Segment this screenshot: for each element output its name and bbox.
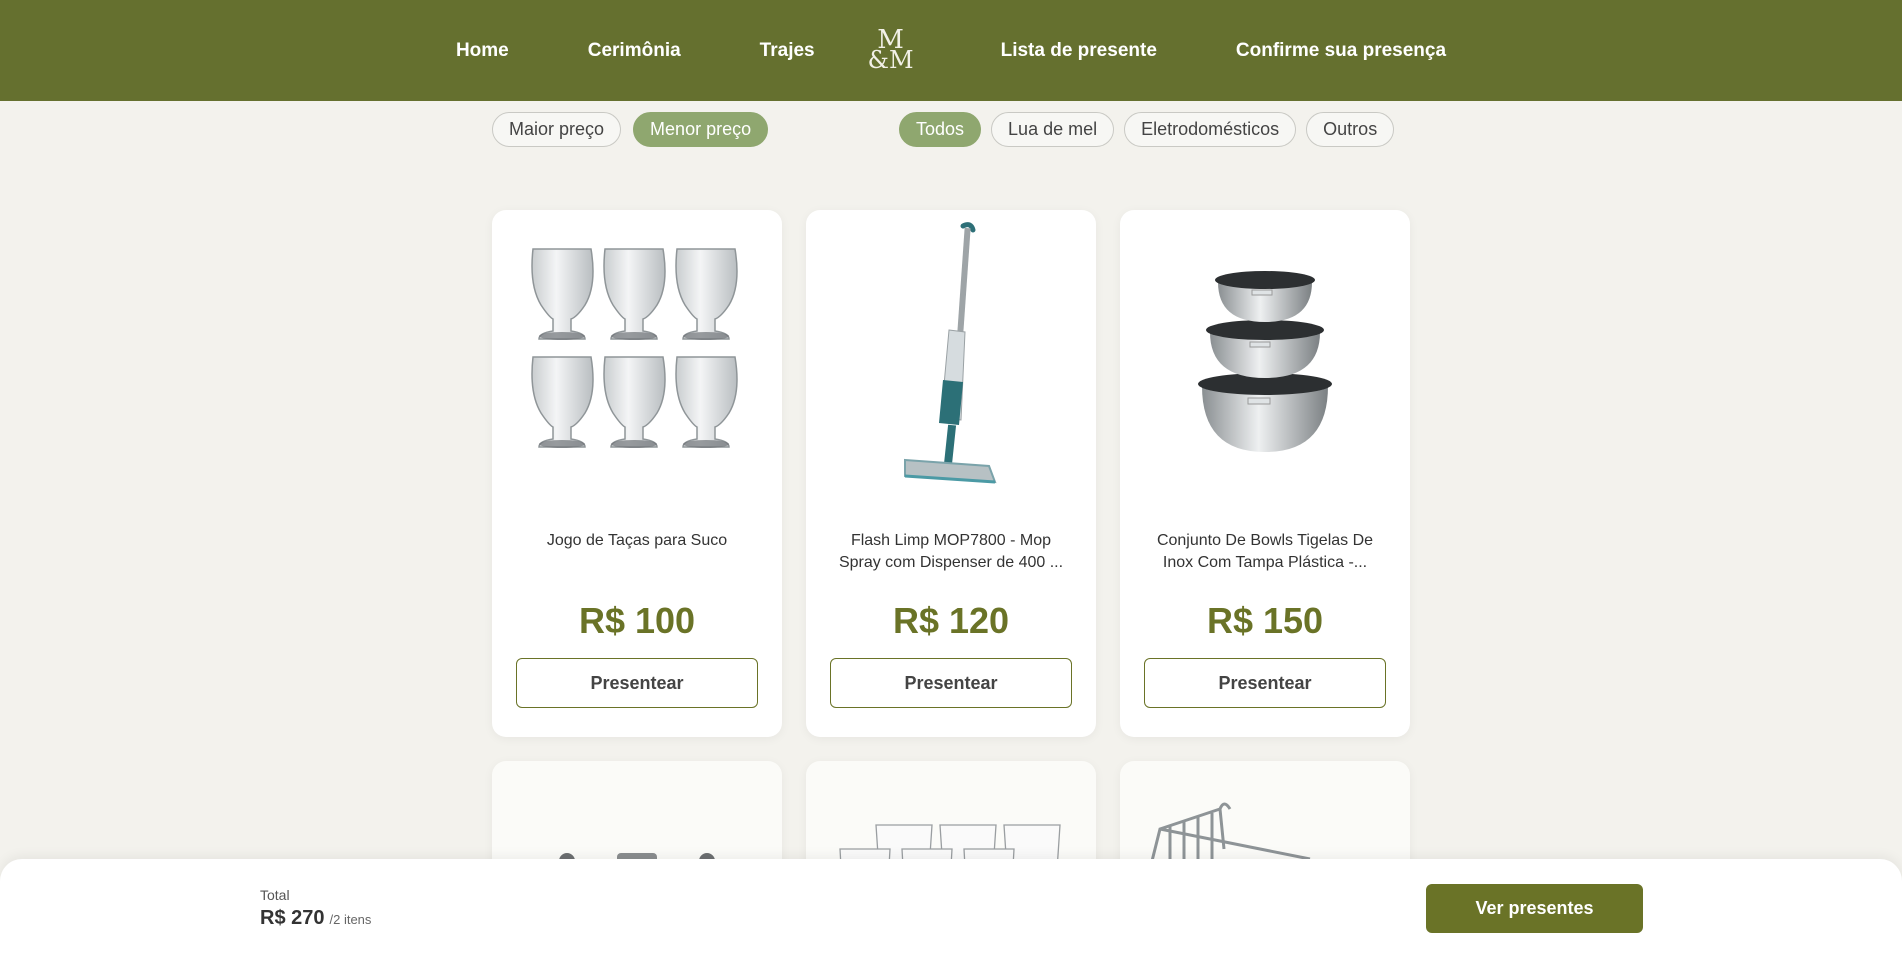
product-card: Conjunto De Bowls Tigelas De Inox Com Ta… [1120,210,1410,737]
total-label: Total [260,887,290,903]
steel-bowls-image [1120,210,1410,510]
site-logo[interactable]: M &M [867,27,915,75]
total-value: R$ 270 [260,907,325,929]
nav-ceremony[interactable]: Cerimônia [588,40,681,62]
product-title: Jogo de Taças para Suco [546,532,728,549]
see-gifts-button[interactable]: Ver presentes [1426,884,1643,933]
top-navbar: Home Cerimônia Trajes M &M Lista de pres… [0,0,1902,101]
product-title: Conjunto De Bowls Tigelas De Inox Com Ta… [1156,532,1374,571]
category-others[interactable]: Outros [1306,112,1395,147]
nav-home[interactable]: Home [456,40,509,62]
nav-attire[interactable]: Trajes [760,40,815,62]
item-count: /2 itens [329,912,372,927]
nav-links: Home Cerimônia Trajes M &M Lista de pres… [456,27,1446,75]
product-card: Flash Limp MOP7800 - Mop Spray com Dispe… [806,210,1096,737]
gift-button[interactable]: Presentear [830,658,1072,708]
cart-summary-bar: Total R$ 270 /2 itens Ver presentes [0,859,1902,959]
product-title: Flash Limp MOP7800 - Mop Spray com Dispe… [838,532,1064,571]
product-card: Jogo de Taças para Suco R$ 100 Presentea… [492,210,782,737]
glasses-set-image [492,210,782,510]
category-all[interactable]: Todos [899,112,982,147]
category-appliances[interactable]: Eletrodomésticos [1124,112,1297,147]
category-honeymoon[interactable]: Lua de mel [991,112,1115,147]
product-grid: Jogo de Taças para Suco R$ 100 Presentea… [492,210,1410,941]
nav-rsvp[interactable]: Confirme sua presença [1236,40,1446,62]
nav-gift-list[interactable]: Lista de presente [1001,40,1157,62]
gift-button[interactable]: Presentear [516,658,758,708]
sort-highest-price[interactable]: Maior preço [492,112,622,147]
spray-mop-image [806,210,1096,510]
total-row: R$ 270 /2 itens [260,907,371,930]
sort-lowest-price[interactable]: Menor preço [633,112,769,147]
product-price: R$ 100 [578,600,696,641]
sort-filter: Maior preço Menor preço [492,112,769,147]
product-price: R$ 120 [892,600,1010,641]
product-price: R$ 150 [1206,600,1324,641]
category-filter: Todos Lua de mel Eletrodomésticos Outros [899,112,1395,147]
gift-button[interactable]: Presentear [1144,658,1386,708]
